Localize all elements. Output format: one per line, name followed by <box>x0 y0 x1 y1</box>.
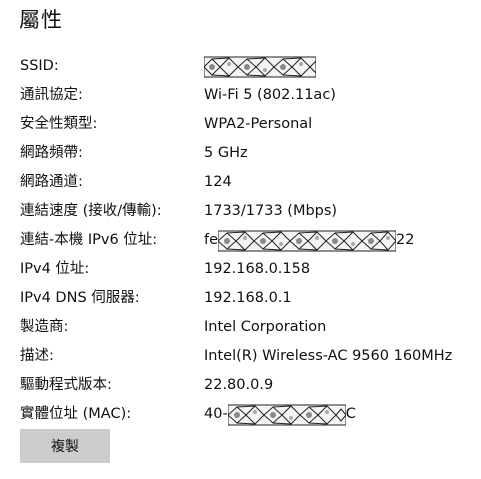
mac-prefix: 40- <box>204 406 228 422</box>
property-value: fe 22 <box>204 226 414 255</box>
property-value: 1733/1733 (Mbps) <box>204 203 338 219</box>
redacted-mac <box>227 404 346 426</box>
property-label: 連結速度 (接收/傳輸): <box>20 203 162 219</box>
property-row-driver-version: 驅動程式版本: 22.80.0.9 <box>20 371 475 400</box>
property-value: Intel(R) Wireless-AC 9560 160MHz <box>204 348 453 364</box>
mac-suffix: C <box>345 406 356 422</box>
property-label: 實體位址 (MAC): <box>20 406 132 422</box>
property-row-network-band: 網路頻帶: 5 GHz <box>20 139 475 168</box>
property-row-ipv6-address: 連結-本機 IPv6 位址: fe 22 <box>20 226 475 255</box>
property-label: 描述: <box>20 348 54 364</box>
property-label: 通訊協定: <box>20 87 83 103</box>
ipv6-suffix: 22 <box>396 232 415 248</box>
property-value: 40- C <box>204 400 356 429</box>
property-value: Intel Corporation <box>204 319 327 335</box>
property-label: IPv4 DNS 伺服器: <box>20 290 140 306</box>
property-label: SSID: <box>20 58 59 74</box>
property-row-security-type: 安全性類型: WPA2-Personal <box>20 110 475 139</box>
property-label: 驅動程式版本: <box>20 377 112 393</box>
property-value <box>204 52 316 81</box>
property-value: 124 <box>204 174 232 190</box>
property-row-ipv4-address: IPv4 位址: 192.168.0.158 <box>20 255 475 284</box>
copy-button[interactable]: 複製 <box>20 429 110 463</box>
property-row-ssid: SSID: <box>20 52 475 81</box>
property-label: 連結-本機 IPv6 位址: <box>20 232 158 248</box>
redacted-ipv6 <box>218 230 397 252</box>
property-value: 5 GHz <box>204 145 248 161</box>
property-label: 網路頻帶: <box>20 145 83 161</box>
property-row-ipv4-dns: IPv4 DNS 伺服器: 192.168.0.1 <box>20 284 475 313</box>
property-row-protocol: 通訊協定: Wi-Fi 5 (802.11ac) <box>20 81 475 110</box>
property-value: WPA2-Personal <box>204 116 313 132</box>
property-label: IPv4 位址: <box>20 261 90 277</box>
property-row-network-channel: 網路通道: 124 <box>20 168 475 197</box>
page-title: 屬性 <box>19 8 63 32</box>
property-row-description: 描述: Intel(R) Wireless-AC 9560 160MHz <box>20 342 475 371</box>
property-value: 22.80.0.9 <box>204 377 274 393</box>
property-row-mac-address: 實體位址 (MAC): 40- C <box>20 400 475 429</box>
property-row-manufacturer: 製造商: Intel Corporation <box>20 313 475 342</box>
property-label: 安全性類型: <box>20 116 98 132</box>
property-label: 製造商: <box>20 319 69 335</box>
property-row-link-speed: 連結速度 (接收/傳輸): 1733/1733 (Mbps) <box>20 197 475 226</box>
property-value: 192.168.0.158 <box>204 261 311 277</box>
property-value: Wi-Fi 5 (802.11ac) <box>204 87 336 103</box>
properties-list: SSID: 通訊協定: Wi-Fi 5 (802.11ac) 安全性類型: WP <box>20 52 475 429</box>
property-value: 192.168.0.1 <box>204 290 292 306</box>
ipv6-prefix: fe <box>204 232 219 248</box>
redacted-ssid <box>204 56 316 78</box>
property-label: 網路通道: <box>20 174 83 190</box>
